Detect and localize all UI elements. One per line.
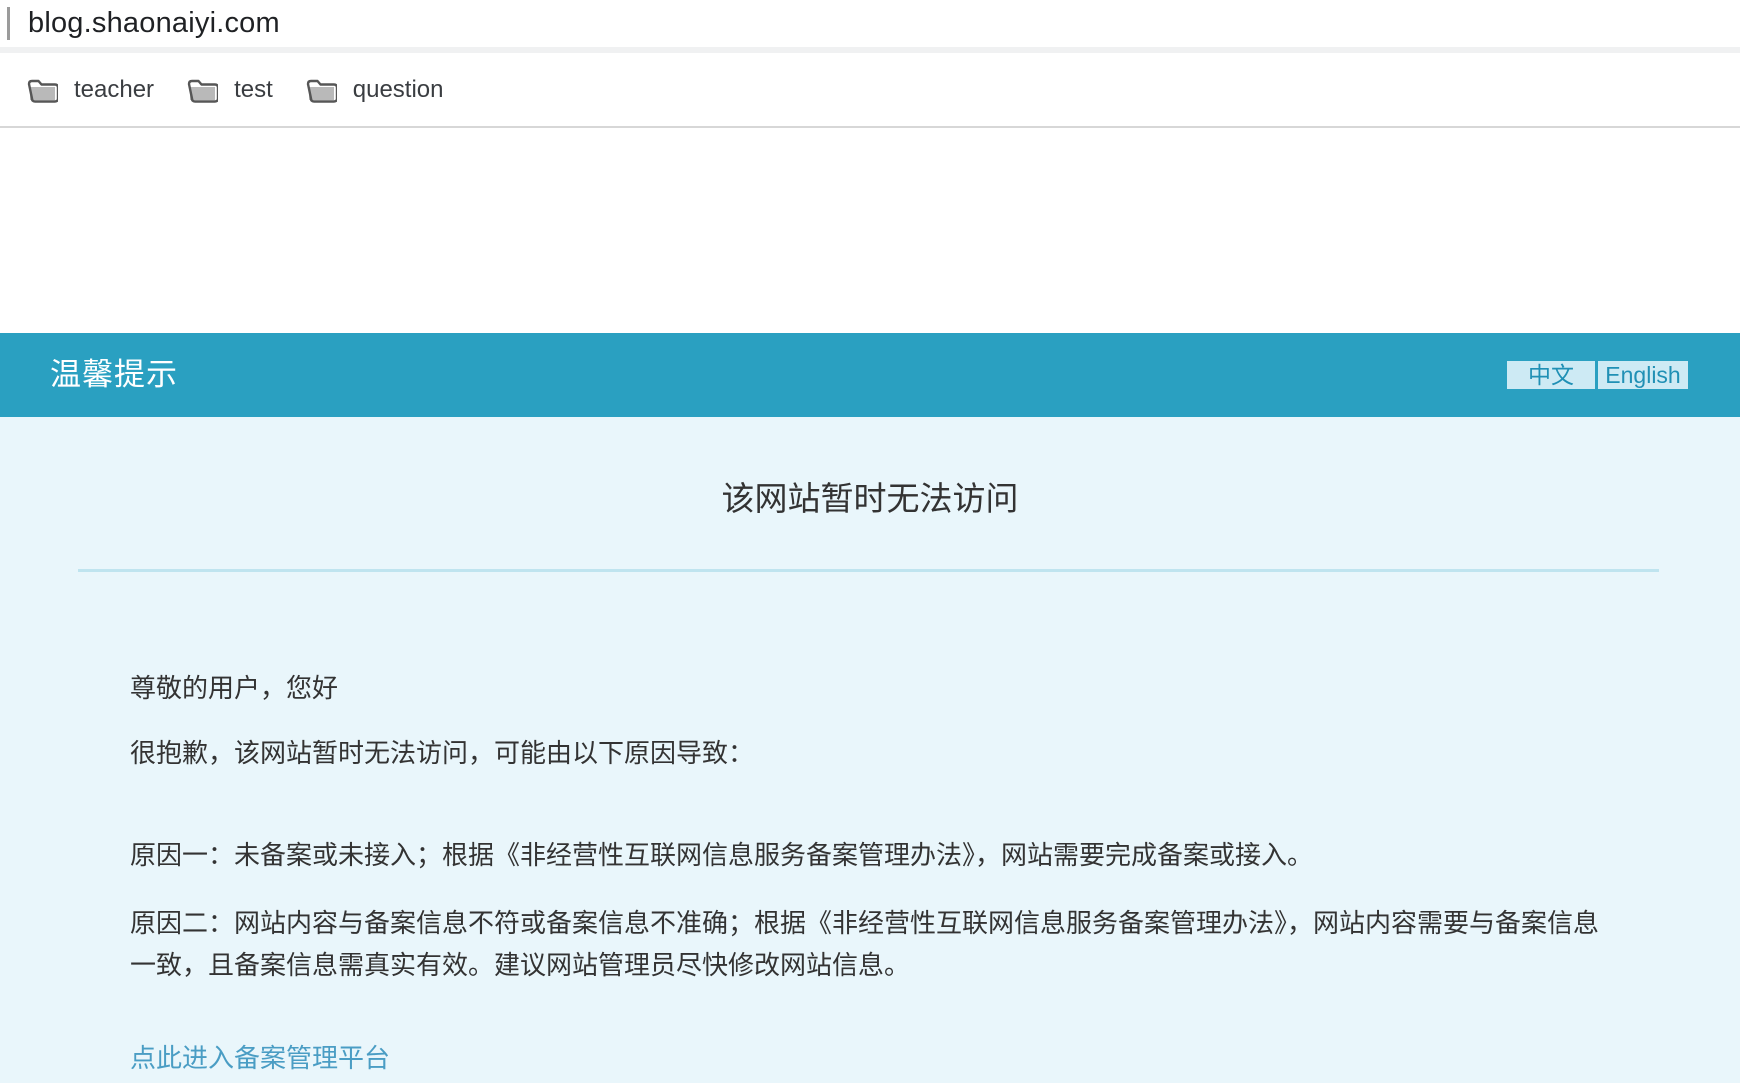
bookmark-label: question [353, 76, 444, 104]
url-text[interactable]: blog.shaonaiyi.com [28, 0, 280, 47]
greeting-text: 尊敬的用户，您好 [130, 670, 1605, 706]
lang-chinese-button[interactable]: 中文 [1507, 361, 1595, 389]
page-title: 该网站暂时无法访问 [0, 477, 1740, 521]
bookmark-folder-question[interactable]: question [306, 76, 444, 104]
bookmark-folder-test[interactable]: test [187, 76, 273, 104]
folder-icon [306, 77, 337, 103]
language-switch: 中文 English [1507, 361, 1688, 389]
bookmarks-bar: teacher test question [0, 53, 1740, 126]
bookmarks-bar-divider [0, 126, 1740, 128]
bookmark-label: teacher [74, 76, 154, 104]
folder-icon [27, 77, 58, 103]
reason2-text: 原因二：网站内容与备案信息不符或备案信息不准确；根据《非经营性互联网信息服务备案… [130, 902, 1605, 986]
folder-icon [187, 77, 218, 103]
bookmark-folder-teacher[interactable]: teacher [27, 76, 154, 104]
apology-text: 很抱歉，该网站暂时无法访问，可能由以下原因导致： [130, 735, 1605, 771]
lang-english-button[interactable]: English [1598, 361, 1688, 389]
url-bar[interactable]: blog.shaonaiyi.com [0, 0, 1740, 47]
notice-header: 温馨提示 中文 English [0, 333, 1740, 417]
notice-panel: 温馨提示 中文 English 该网站暂时无法访问 尊敬的用户，您好 很抱歉，该… [0, 333, 1740, 1083]
text-caret [7, 7, 10, 40]
browser-window: blog.shaonaiyi.com teacher test question [0, 0, 1740, 1090]
beian-platform-link[interactable]: 点此进入备案管理平台 [130, 1040, 390, 1076]
bookmark-label: test [234, 76, 273, 104]
reason1-text: 原因一：未备案或未接入；根据《非经营性互联网信息服务备案管理办法》，网站需要完成… [130, 837, 1605, 873]
notice-title: 温馨提示 [50, 333, 178, 417]
heading-divider [78, 569, 1659, 572]
